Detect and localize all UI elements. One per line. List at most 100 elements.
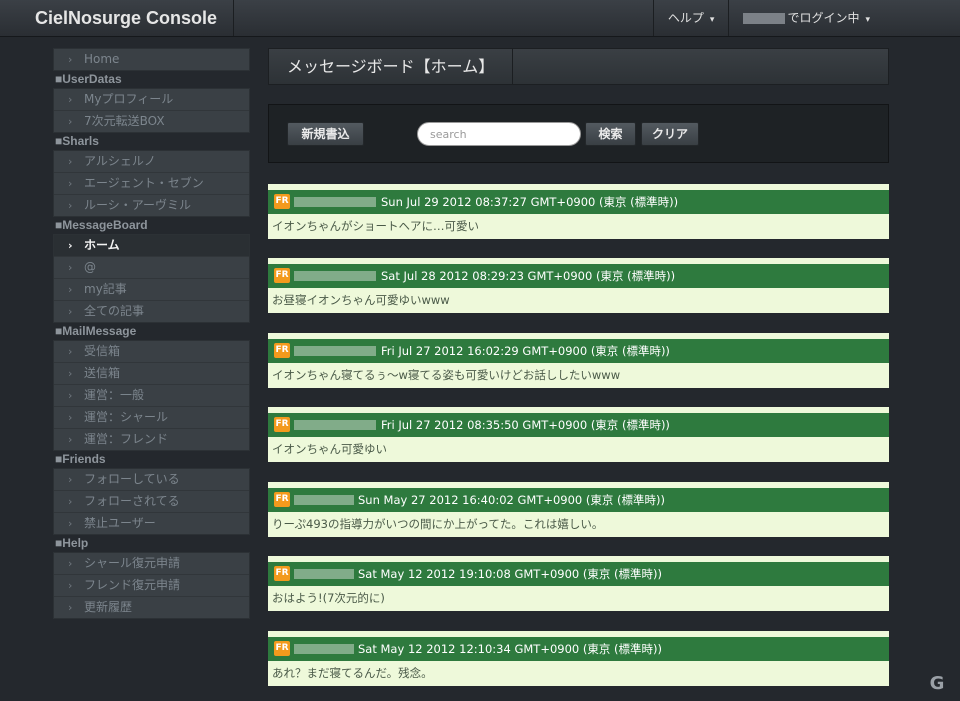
chevron-right-icon: › — [68, 473, 73, 486]
message-body: イオンちゃんがショートヘアに…可愛い — [268, 214, 889, 239]
chevron-right-icon: › — [68, 601, 73, 614]
message-header: FR Sun May 27 2012 16:40:02 GMT+0900 (東京… — [268, 488, 889, 512]
sidebar: › Home ■UserDatas › Myプロフィール › 7次元転送BOX ■Sh… — [53, 48, 250, 619]
chevron-right-icon: › — [68, 199, 73, 212]
sidebar-item-admin-friend[interactable]: › 運営：フレンド — [54, 429, 249, 450]
message-header: FR Sat May 12 2012 12:10:34 GMT+0900 (東京… — [268, 637, 889, 661]
sidebar-item-followers[interactable]: › フォローされてる — [54, 491, 249, 513]
friend-badge: FR — [274, 641, 290, 656]
chevron-right-icon: › — [68, 517, 73, 530]
sidebar-item-home[interactable]: › Home — [54, 49, 249, 70]
username-redacted[interactable] — [294, 644, 354, 654]
sidebar-item-all-posts[interactable]: › 全ての記事 — [54, 301, 249, 322]
chevron-right-icon: › — [68, 389, 73, 402]
message-timestamp: Sun May 27 2012 16:40:02 GMT+0900 (東京 (標… — [358, 493, 665, 507]
sidebar-item-banned-users[interactable]: › 禁止ユーザー — [54, 513, 249, 534]
sidebar-section-title: ■MailMessage — [55, 324, 137, 338]
message-timestamp: Sat Jul 28 2012 08:29:23 GMT+0900 (東京 (標… — [381, 269, 676, 283]
nav-right: ヘルプ ▾ でログイン中 ▾ — [652, 0, 898, 36]
sidebar-item-admin-sharl[interactable]: › 運営：シャール — [54, 407, 249, 429]
chevron-right-icon: › — [68, 93, 73, 106]
chevron-right-icon: › — [68, 115, 73, 128]
sidebar-item-admin-general[interactable]: › 運営：一般 — [54, 385, 249, 407]
sidebar-item-outbox[interactable]: › 送信箱 — [54, 363, 249, 385]
message-card: FR Sun Jul 29 2012 08:37:27 GMT+0900 (東京… — [268, 184, 889, 239]
chevron-right-icon: › — [68, 155, 73, 168]
sidebar-group-help: › シャール復元申請 › フレンド復元申請 › 更新履歴 — [53, 552, 250, 619]
sidebar-section-title: ■MessageBoard — [55, 218, 148, 232]
chevron-right-icon: › — [68, 239, 73, 252]
username-redacted[interactable] — [294, 420, 376, 430]
username-redacted[interactable] — [294, 569, 354, 579]
sidebar-item-inbox[interactable]: › 受信箱 — [54, 341, 249, 363]
sidebar-group-friends: › フォローしている › フォローされてる › 禁止ユーザー — [53, 468, 250, 535]
sidebar-item-my-posts[interactable]: › my記事 — [54, 279, 249, 301]
chevron-right-icon: › — [68, 345, 73, 358]
sidebar-item-changelog[interactable]: › 更新履歴 — [54, 597, 249, 618]
message-card: FR Sat May 12 2012 12:10:34 GMT+0900 (東京… — [268, 631, 889, 686]
message-timestamp: Fri Jul 27 2012 16:02:29 GMT+0900 (東京 (標… — [381, 344, 670, 358]
chevron-right-icon: › — [68, 495, 73, 508]
chevron-right-icon: › — [68, 261, 73, 274]
username-redacted[interactable] — [294, 346, 376, 356]
friend-badge: FR — [274, 566, 290, 581]
friend-badge: FR — [274, 417, 290, 432]
message-timestamp: Sat May 12 2012 19:10:08 GMT+0900 (東京 (標… — [358, 567, 662, 581]
message-body: お昼寝イオンちゃん可愛ゆいwww — [268, 288, 889, 313]
sidebar-item-friend-restore[interactable]: › フレンド復元申請 — [54, 575, 249, 597]
sidebar-item-sharl-1[interactable]: › アルシェルノ — [54, 151, 249, 173]
search-button[interactable]: 検索 — [585, 122, 636, 146]
chevron-right-icon: › — [68, 177, 73, 190]
username-redacted[interactable] — [294, 197, 376, 207]
page-title-bar: メッセージボード【ホーム】 — [268, 48, 889, 85]
clear-button[interactable]: クリア — [641, 122, 699, 146]
message-header: FR Fri Jul 27 2012 08:35:50 GMT+0900 (東京… — [268, 413, 889, 437]
message-card: FR Fri Jul 27 2012 08:35:50 GMT+0900 (東京… — [268, 407, 889, 462]
message-card: FR Sat May 12 2012 19:10:08 GMT+0900 (東京… — [268, 556, 889, 611]
message-timestamp: Sat May 12 2012 12:10:34 GMT+0900 (東京 (標… — [358, 642, 662, 656]
sidebar-group-messageboard: › ホーム › @ › my記事 › 全ての記事 — [53, 234, 250, 323]
chevron-right-icon: › — [68, 53, 73, 66]
sidebar-item-sharl-restore[interactable]: › シャール復元申請 — [54, 553, 249, 575]
friend-badge: FR — [274, 268, 290, 283]
chevron-right-icon: › — [68, 367, 73, 380]
search-input[interactable] — [417, 122, 581, 146]
chevron-right-icon: › — [68, 433, 73, 446]
sidebar-item-transfer-box[interactable]: › 7次元転送BOX — [54, 111, 249, 132]
message-header: FR Sat May 12 2012 19:10:08 GMT+0900 (東京… — [268, 562, 889, 586]
username-redacted[interactable] — [294, 271, 376, 281]
action-bar: 新規書込 検索 クリア — [268, 104, 889, 163]
login-menu[interactable]: でログイン中 ▾ — [728, 0, 898, 36]
sidebar-item-sharl-3[interactable]: › ルーシ・アーヴミル — [54, 195, 249, 216]
friend-badge: FR — [274, 492, 290, 507]
username-redacted[interactable] — [294, 495, 354, 505]
site-logo-icon: G — [929, 673, 945, 694]
message-card: FR Sun May 27 2012 16:40:02 GMT+0900 (東京… — [268, 482, 889, 537]
sidebar-item-mb-home[interactable]: › ホーム — [54, 235, 249, 257]
message-card: FR Sat Jul 28 2012 08:29:23 GMT+0900 (東京… — [268, 258, 889, 313]
message-body: おはよう!(7次元的に) — [268, 586, 889, 611]
sidebar-section-title: ■UserDatas — [55, 72, 122, 86]
sidebar-item-mentions[interactable]: › @ — [54, 257, 249, 279]
sidebar-section-title: ■Sharls — [55, 134, 99, 148]
chevron-down-icon: ▾ — [865, 15, 870, 25]
message-body: あれ？まだ寝てるんだ。残念。 — [268, 661, 889, 686]
message-body: りーぷ493の指導力がいつの間にか上がってた。これは嬉しい。 — [268, 512, 889, 537]
sidebar-section-title: ■Help — [55, 536, 89, 550]
help-menu[interactable]: ヘルプ ▾ — [652, 0, 729, 36]
chevron-right-icon: › — [68, 579, 73, 592]
message-card: FR Fri Jul 27 2012 16:02:29 GMT+0900 (東京… — [268, 333, 889, 388]
sidebar-item-following[interactable]: › フォローしている — [54, 469, 249, 491]
new-post-button[interactable]: 新規書込 — [287, 122, 364, 146]
message-body: イオンちゃん可愛ゆい — [268, 437, 889, 462]
sidebar-group-home: › Home — [53, 48, 250, 71]
chevron-right-icon: › — [68, 283, 73, 296]
sidebar-item-sharl-2[interactable]: › エージェント・セブン — [54, 173, 249, 195]
message-header: FR Sat Jul 28 2012 08:29:23 GMT+0900 (東京… — [268, 264, 889, 288]
friend-badge: FR — [274, 194, 290, 209]
username-redacted — [743, 13, 786, 24]
sidebar-item-my-profile[interactable]: › Myプロフィール — [54, 89, 249, 111]
friend-badge: FR — [274, 343, 290, 358]
app-title[interactable]: CielNosurge Console — [0, 0, 234, 36]
help-menu-label: ヘルプ — [667, 11, 704, 25]
